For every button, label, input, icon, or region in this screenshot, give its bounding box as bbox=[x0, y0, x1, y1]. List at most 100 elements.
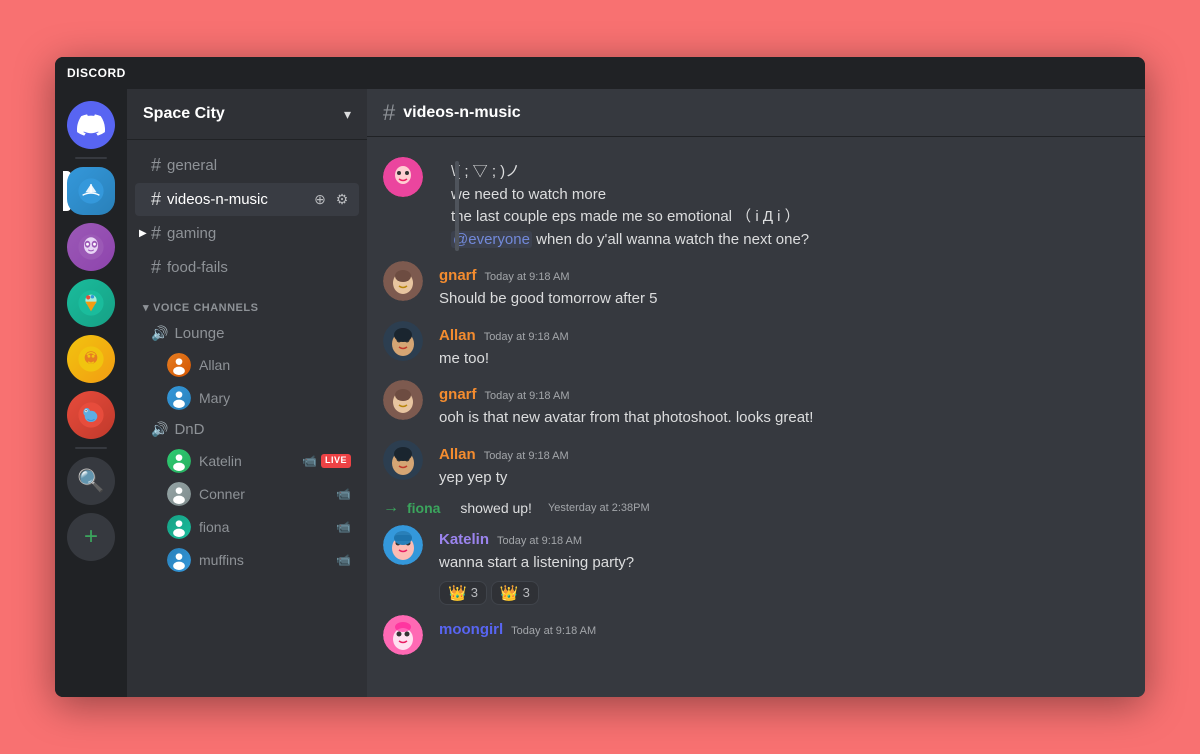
message-line-4: @everyone when do y'all wanna watch the … bbox=[451, 229, 1129, 252]
voice-user-conner[interactable]: Conner 📹 bbox=[135, 478, 359, 510]
voice-user-muffins[interactable]: muffins 📹 bbox=[135, 544, 359, 576]
hash-icon-active: # bbox=[151, 189, 161, 210]
channel-name-general: general bbox=[167, 157, 217, 174]
server-icon-alien[interactable] bbox=[67, 223, 115, 271]
server-icon-dino[interactable] bbox=[67, 391, 115, 439]
mention-everyone: @everyone bbox=[451, 231, 532, 248]
reaction-crown-2[interactable]: 👑 3 bbox=[491, 581, 539, 605]
join-message-fiona: → fiona showed up! Yesterday at 2:38PM bbox=[367, 495, 1145, 521]
voice-channel-lounge-name: Lounge bbox=[174, 325, 224, 342]
message-content-allan-1: me too! bbox=[439, 348, 1129, 371]
message-author-moongirl: moongirl bbox=[439, 621, 503, 638]
search-icon: 🔍 bbox=[77, 468, 104, 494]
channel-item-videos-n-music[interactable]: # videos-n-music ⊕ ⚙ bbox=[135, 183, 359, 216]
voice-user-avatar-conner bbox=[167, 482, 191, 506]
message-row-gnarf-1: gnarf Today at 9:18 AM Should be good to… bbox=[367, 257, 1145, 313]
avatar-gnarf-2[interactable] bbox=[383, 380, 423, 420]
server-boat-wrapper bbox=[67, 167, 115, 215]
server-icon-claw[interactable] bbox=[67, 335, 115, 383]
message-author-allan: Allan bbox=[439, 327, 476, 344]
voice-channel-dnd[interactable]: 🔊 DnD bbox=[135, 415, 359, 444]
avatar-moongirl[interactable] bbox=[383, 615, 423, 655]
voice-section-label: VOICE CHANNELS bbox=[153, 302, 258, 314]
message-content-gnarf-1: Should be good tomorrow after 5 bbox=[439, 288, 1129, 311]
voice-user-avatar-allan bbox=[167, 353, 191, 377]
voice-user-allan[interactable]: Allan bbox=[135, 349, 359, 381]
server-icon-icecream[interactable] bbox=[67, 279, 115, 327]
message-timestamp-gnarf-2: Today at 9:18 AM bbox=[485, 390, 570, 402]
voice-user-name-conner: Conner bbox=[199, 486, 245, 502]
message-row-allan-1: Allan Today at 9:18 AM me too! bbox=[367, 317, 1145, 373]
add-server-button[interactable]: + bbox=[67, 513, 115, 561]
server-name: Space City bbox=[143, 105, 225, 123]
voice-section-collapse[interactable]: ▾ bbox=[143, 301, 149, 314]
channel-actions: ⊕ ⚙ bbox=[311, 191, 351, 209]
message-header-allan-1: Allan Today at 9:18 AM bbox=[439, 327, 1129, 344]
server-claw-wrapper bbox=[67, 335, 115, 383]
server-dino-wrapper bbox=[67, 391, 115, 439]
avatar-katelin[interactable] bbox=[383, 525, 423, 565]
message-line-1: \( ; ▽ ; )ノ bbox=[451, 161, 1129, 184]
crown-emoji-2: 👑 bbox=[500, 584, 519, 602]
video-icon-fiona: 📹 bbox=[336, 520, 351, 534]
channel-name-gaming: gaming bbox=[167, 225, 216, 242]
quoted-content: \( ; ▽ ; )ノ we need to watch more the la… bbox=[439, 161, 1129, 251]
message-header-gnarf-1: gnarf Today at 9:18 AM bbox=[439, 267, 1129, 284]
channel-name-food: food-fails bbox=[167, 259, 228, 276]
voice-channel-lounge[interactable]: 🔊 Lounge bbox=[135, 319, 359, 348]
alien-icon bbox=[77, 233, 105, 261]
message-timestamp-gnarf-1: Today at 9:18 AM bbox=[485, 271, 570, 283]
avatar-img-gnarf bbox=[383, 261, 423, 301]
discord-logo-icon bbox=[77, 111, 105, 139]
server-divider-2 bbox=[75, 447, 107, 449]
voice-user-name-katelin: Katelin bbox=[199, 453, 242, 469]
fiona-icons: 📹 bbox=[336, 520, 351, 534]
join-timestamp-fiona: Yesterday at 2:38PM bbox=[548, 502, 650, 514]
message-content-gnarf-2: ooh is that new avatar from that photosh… bbox=[439, 407, 1129, 430]
message-header-gnarf-2: gnarf Today at 9:18 AM bbox=[439, 386, 1129, 403]
avatar-allan-2[interactable] bbox=[383, 440, 423, 480]
voice-user-katelin[interactable]: Katelin 📹 LIVE bbox=[135, 445, 359, 477]
voice-user-fiona[interactable]: fiona 📹 bbox=[135, 511, 359, 543]
avatar-allan-1[interactable] bbox=[383, 321, 423, 361]
server-icon-boat[interactable] bbox=[67, 167, 115, 215]
join-name-fiona: fiona bbox=[407, 500, 440, 516]
message-author-allan-2: Allan bbox=[439, 446, 476, 463]
voice-channels-header: ▾ VOICE CHANNELS bbox=[127, 285, 367, 318]
server-header[interactable]: Space City ▾ bbox=[127, 89, 367, 140]
avatar-img-allan bbox=[383, 321, 423, 361]
server-sidebar: 🔍 + bbox=[55, 89, 127, 697]
live-badge-katelin: LIVE bbox=[321, 454, 351, 468]
reaction-bar-katelin: 👑 3 👑 3 bbox=[439, 581, 1129, 605]
avatar-gnarf-1[interactable] bbox=[383, 261, 423, 301]
reaction-count-1: 3 bbox=[471, 585, 478, 600]
voice-user-name-mary: Mary bbox=[199, 390, 230, 406]
channel-item-general[interactable]: # general bbox=[135, 149, 359, 182]
person-icon bbox=[169, 355, 189, 375]
app-body: 🔍 + Space City ▾ # general # bbox=[55, 89, 1145, 697]
muffins-icons: 📹 bbox=[336, 553, 351, 567]
katelin-icons: 📹 LIVE bbox=[302, 454, 351, 468]
conner-icons: 📹 bbox=[336, 487, 351, 501]
avatar-img-moongirl bbox=[383, 615, 423, 655]
video-icon-muffins: 📹 bbox=[336, 553, 351, 567]
reaction-crown-1[interactable]: 👑 3 bbox=[439, 581, 487, 605]
join-arrow-icon: → bbox=[383, 499, 399, 517]
avatar-m1[interactable] bbox=[383, 157, 423, 197]
message-timestamp-allan-1: Today at 9:18 AM bbox=[484, 331, 569, 343]
search-server-button[interactable]: 🔍 bbox=[67, 457, 115, 505]
message-line-2: we need to watch more bbox=[451, 184, 1129, 207]
message-timestamp-katelin: Today at 9:18 AM bbox=[497, 535, 582, 547]
voice-user-mary[interactable]: Mary bbox=[135, 382, 359, 414]
server-icon-home[interactable] bbox=[67, 101, 115, 149]
channel-item-food-fails[interactable]: # food-fails bbox=[135, 251, 359, 284]
add-member-icon[interactable]: ⊕ bbox=[311, 191, 329, 209]
chat-header: # videos-n-music bbox=[367, 89, 1145, 137]
channel-name-videos: videos-n-music bbox=[167, 191, 268, 208]
channel-item-gaming[interactable]: ▶ # gaming bbox=[135, 217, 359, 250]
settings-icon[interactable]: ⚙ bbox=[333, 191, 351, 209]
message-author-katelin: Katelin bbox=[439, 531, 489, 548]
crown-emoji-1: 👑 bbox=[448, 584, 467, 602]
voice-user-avatar-mary bbox=[167, 386, 191, 410]
person-icon-fiona bbox=[169, 517, 189, 537]
